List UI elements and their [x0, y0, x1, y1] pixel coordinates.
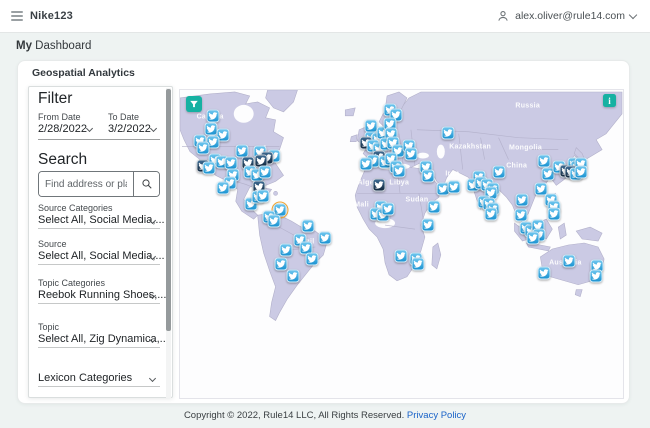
brand-name[interactable]: Nike123: [30, 10, 73, 22]
topic-categories-label: Topic Categories: [38, 278, 106, 288]
breadcrumb: My Dashboard: [16, 40, 91, 52]
twitter-marker[interactable]: [421, 169, 435, 183]
twitter-marker[interactable]: [256, 189, 270, 203]
map-filter-button[interactable]: [186, 96, 202, 112]
user-menu[interactable]: alex.oliver@rule14.com: [496, 9, 650, 23]
chevron-down-icon: [628, 10, 638, 19]
divider: [38, 386, 160, 387]
search-button[interactable]: [133, 172, 159, 196]
from-date-label: From Date: [38, 112, 81, 122]
breadcrumb-rest: Dashboard: [31, 40, 92, 52]
magnifier-icon: [141, 179, 152, 189]
twitter-marker[interactable]: [421, 218, 435, 232]
divider: [38, 228, 160, 229]
source-label: Source: [38, 239, 67, 249]
funnel-icon: [190, 100, 198, 108]
twitter-marker[interactable]: [441, 126, 455, 140]
twitter-marker[interactable]: [318, 231, 332, 245]
search-heading: Search: [38, 151, 88, 168]
privacy-policy-link[interactable]: Privacy Policy: [407, 410, 466, 421]
twitter-marker[interactable]: [279, 243, 293, 257]
lexicon-categories-select[interactable]: Lexicon Categories: [38, 372, 132, 384]
copyright-text: Copyright © 2022, Rule14 LLC, All Rights…: [183, 410, 405, 421]
chevron-down-icon[interactable]: [149, 124, 158, 133]
geospatial-map[interactable]: CanadaRussiaKazakhstanMongoliaChinaIranL…: [179, 89, 624, 399]
divider: [38, 264, 160, 265]
twitter-marker[interactable]: [411, 257, 425, 271]
twitter-marker[interactable]: [202, 161, 216, 175]
twitter-marker[interactable]: [372, 178, 386, 192]
to-date-select[interactable]: 3/2/2022: [108, 123, 151, 135]
world-map-svg: [180, 90, 623, 321]
footer: Copyright © 2022, Rule14 LLC, All Rights…: [0, 410, 650, 421]
divider: [38, 347, 160, 348]
twitter-marker[interactable]: [274, 257, 288, 271]
menu-icon[interactable]: [11, 11, 23, 21]
from-date-select[interactable]: 2/28/2022: [38, 123, 87, 135]
chevron-down-icon[interactable]: [85, 124, 94, 133]
twitter-marker[interactable]: [305, 252, 319, 266]
search-input[interactable]: [39, 172, 133, 196]
user-email: alex.oliver@rule14.com: [515, 10, 625, 22]
map-info-button[interactable]: i: [603, 94, 616, 107]
topic-label: Topic: [38, 322, 60, 332]
twitter-marker[interactable]: [547, 207, 561, 220]
info-icon: i: [608, 95, 611, 106]
divider: [38, 139, 160, 140]
twitter-marker[interactable]: [301, 219, 315, 233]
top-nav: Nike123 alex.oliver@rule14.com: [0, 0, 650, 33]
twitter-marker[interactable]: [526, 231, 540, 245]
filter-heading: Filter: [38, 90, 73, 107]
twitter-marker[interactable]: [447, 180, 461, 194]
twitter-marker[interactable]: [216, 181, 230, 195]
twitter-marker[interactable]: [427, 200, 441, 214]
widget-title: Geospatial Analytics: [32, 67, 135, 79]
divider: [38, 303, 160, 304]
source-categories-select[interactable]: Select All, Social Media,...: [38, 214, 165, 226]
topic-categories-select[interactable]: Reebok Running Shoes,...: [38, 289, 166, 301]
twitter-marker[interactable]: [562, 254, 576, 268]
person-icon: [498, 11, 508, 21]
twitter-marker[interactable]: [206, 109, 220, 123]
twitter-marker[interactable]: [537, 266, 551, 280]
dashboard-card: Geospatial Analytics Filter From Date To…: [17, 60, 630, 404]
source-select[interactable]: Select All, Social Media,...: [38, 250, 165, 262]
twitter-marker[interactable]: [484, 207, 498, 221]
twitter-marker[interactable]: [381, 202, 395, 216]
twitter-marker[interactable]: [359, 157, 373, 171]
twitter-marker[interactable]: [515, 193, 529, 207]
twitter-marker[interactable]: [589, 269, 603, 283]
to-date-label: To Date: [108, 112, 140, 122]
twitter-marker[interactable]: [267, 214, 281, 228]
address-search: [38, 171, 160, 197]
twitter-marker[interactable]: [286, 269, 300, 283]
twitter-marker[interactable]: [574, 165, 588, 179]
source-categories-label: Source Categories: [38, 203, 113, 213]
breadcrumb-bold: My: [16, 40, 32, 52]
twitter-marker[interactable]: [392, 164, 406, 178]
twitter-marker[interactable]: [514, 208, 528, 222]
twitter-marker[interactable]: [394, 249, 408, 263]
panel-scrollbar-thumb[interactable]: [166, 89, 171, 331]
twitter-marker[interactable]: [404, 147, 418, 161]
chevron-down-icon[interactable]: [148, 374, 157, 383]
twitter-marker[interactable]: [196, 141, 210, 155]
filter-panel: Filter From Date To Date 2/28/2022 3/2/2…: [28, 86, 173, 398]
twitter-marker[interactable]: [492, 165, 506, 179]
twitter-marker[interactable]: [537, 154, 551, 168]
twitter-marker[interactable]: [258, 165, 272, 179]
